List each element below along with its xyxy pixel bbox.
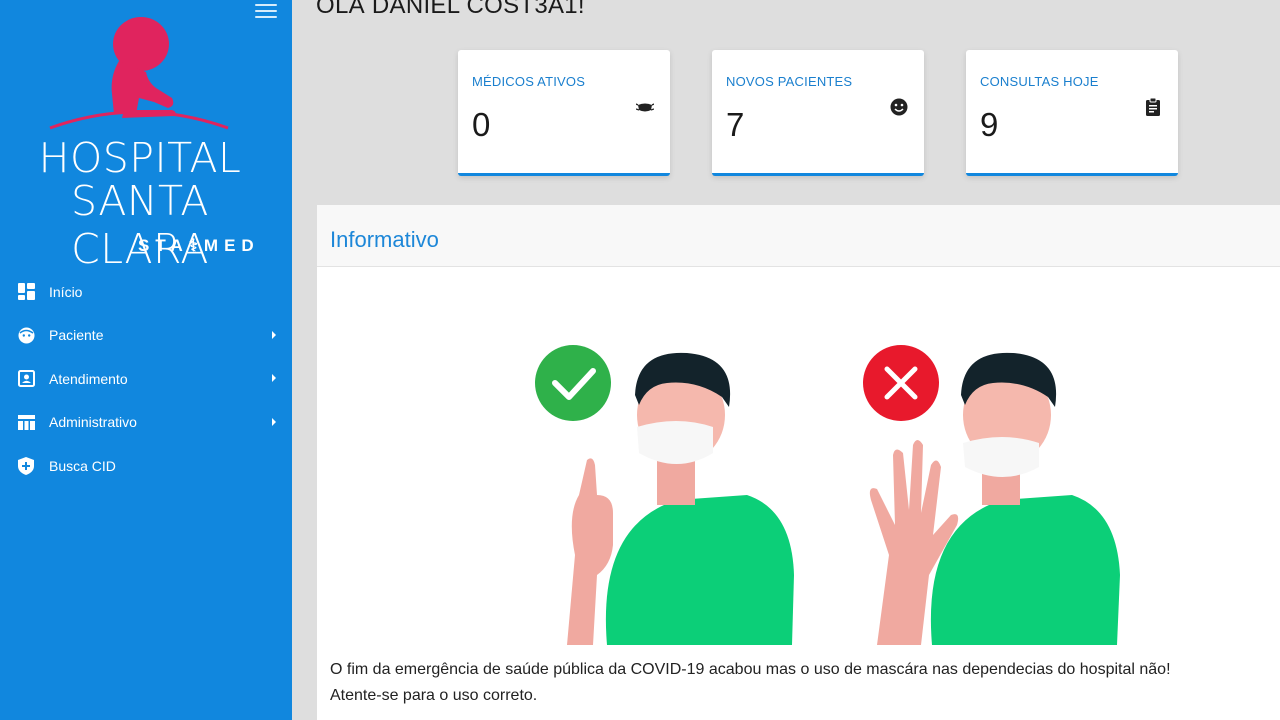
table-icon (17, 413, 35, 431)
chevron-right-icon (272, 417, 276, 426)
hospital-logo: HOSPITAL SANTA CLARA STA⚕MED (0, 0, 292, 273)
sidebar-item-atendimento[interactable]: Atendimento (0, 357, 292, 401)
stat-card-pacientes: NOVOS PACIENTES 7 (712, 50, 924, 176)
wrong-mask-figure (863, 345, 1120, 645)
stat-card-title: CONSULTAS HOJE (980, 74, 1099, 89)
face-icon (17, 326, 35, 344)
logo-title-line1: HOSPITAL (38, 134, 242, 182)
mask-icon (636, 103, 654, 112)
sidebar-item-label: Administrativo (49, 414, 137, 431)
panel-title: Informativo (330, 227, 439, 252)
sidebar-item-label: Início (49, 283, 83, 300)
stat-card-value: 7 (726, 106, 745, 143)
logo-title-line2: SANTA CLARA (71, 177, 209, 273)
page-greeting: OLÁ DANIEL COST3A1! (316, 0, 585, 19)
stat-card-medicos: MÉDICOS ATIVOS 0 (458, 50, 670, 176)
smile-icon (890, 98, 908, 116)
sidebar-item-label: Atendimento (49, 370, 128, 387)
shield-plus-icon (17, 456, 35, 475)
panel-header: Informativo (317, 205, 1280, 267)
info-text-line2: Atente-se para o uso correto. (330, 687, 538, 704)
sidebar-item-label: Busca CID (49, 457, 116, 474)
sidebar: HOSPITAL SANTA CLARA STA⚕MED Início Paci… (0, 0, 292, 720)
stat-card-title: MÉDICOS ATIVOS (472, 74, 586, 89)
chevron-right-icon (272, 330, 276, 339)
chevron-right-icon (272, 374, 276, 382)
info-text: O fim da emergência de saúde pública da … (330, 657, 1171, 709)
logo-subtitle: STA⚕MED (138, 236, 260, 255)
sidebar-item-paciente[interactable]: Paciente (0, 314, 292, 358)
sidebar-nav: Início Paciente Atendimento Administrati… (0, 270, 292, 488)
sidebar-item-label: Paciente (49, 327, 104, 344)
info-text-line1: O fim da emergência de saúde pública da … (330, 661, 1171, 678)
clipboard-icon (1146, 98, 1160, 116)
stat-card-value: 0 (472, 106, 491, 143)
stat-card-title: NOVOS PACIENTES (726, 74, 853, 89)
stat-card-consultas: CONSULTAS HOJE 9 (966, 50, 1178, 176)
sidebar-item-administrativo[interactable]: Administrativo (0, 401, 292, 445)
sidebar-item-inicio[interactable]: Início (0, 270, 292, 314)
info-panel: Informativo O fim da emergência de saúde (317, 205, 1280, 720)
correct-mask-figure (535, 345, 794, 645)
sidebar-item-busca-cid[interactable]: Busca CID (0, 444, 292, 488)
mask-usage-illustration (535, 345, 1120, 645)
dashboard-icon (17, 283, 35, 301)
contact-card-icon (17, 370, 35, 388)
stat-card-value: 9 (980, 106, 999, 143)
child-silhouette-logo (49, 17, 229, 130)
